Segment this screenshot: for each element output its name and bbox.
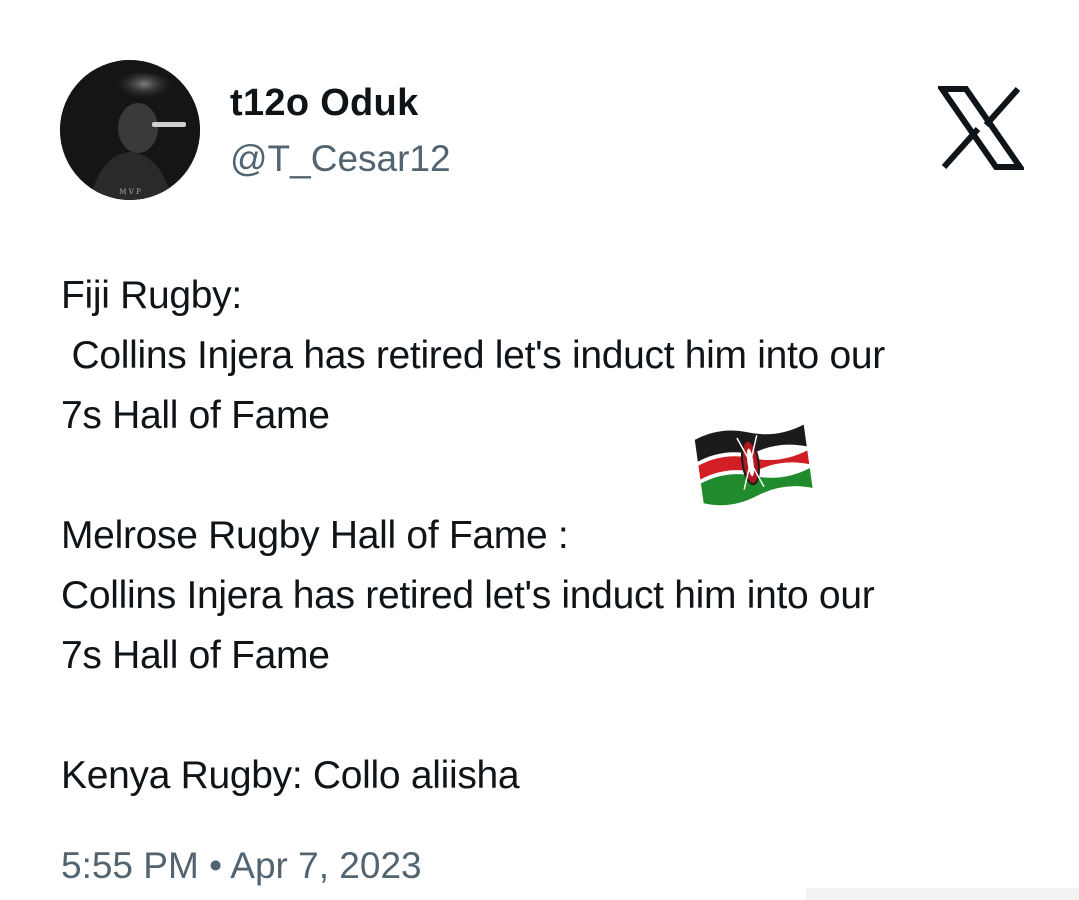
kenya-flag-icon	[692, 410, 814, 508]
timestamp-separator: •	[209, 845, 223, 886]
tweet-line: 7s Hall of Fame	[61, 394, 330, 437]
tweet-timestamp[interactable]: 5:55 PM • Apr 7, 2023	[61, 845, 422, 887]
tweet-line	[61, 686, 1051, 746]
author-display-name[interactable]: t12o Oduk	[230, 82, 419, 125]
avatar-photo: M V P	[60, 60, 200, 200]
x-logo-icon[interactable]	[936, 85, 1026, 171]
tweet-line: Melrose Rugby Hall of Fame :	[61, 514, 569, 557]
author-handle[interactable]: @T_Cesar12	[230, 138, 451, 180]
tweet-line	[61, 446, 1051, 506]
tweet-line: Kenya Rugby: Collo aliisha	[61, 754, 520, 797]
tweet-time: 5:55 PM	[61, 845, 199, 886]
bottom-edge-strip	[806, 888, 1079, 900]
tweet-line: Collins Injera has retired let's induct …	[61, 334, 886, 377]
tweet-line: 7s Hall of Fame	[61, 634, 330, 677]
tweet-text: Fiji Rugby: Collins Injera has retired l…	[61, 266, 1051, 806]
tweet-date: Apr 7, 2023	[230, 845, 422, 886]
tweet-line: Fiji Rugby:	[61, 274, 242, 317]
avatar[interactable]: M V P	[60, 60, 200, 200]
tweet-line: Collins Injera has retired let's induct …	[61, 574, 875, 617]
tweet-card: M V P t12o Oduk @T_Cesar12 Fiji Rugby: C…	[0, 0, 1079, 900]
avatar-badge-text: M V P	[119, 188, 141, 196]
